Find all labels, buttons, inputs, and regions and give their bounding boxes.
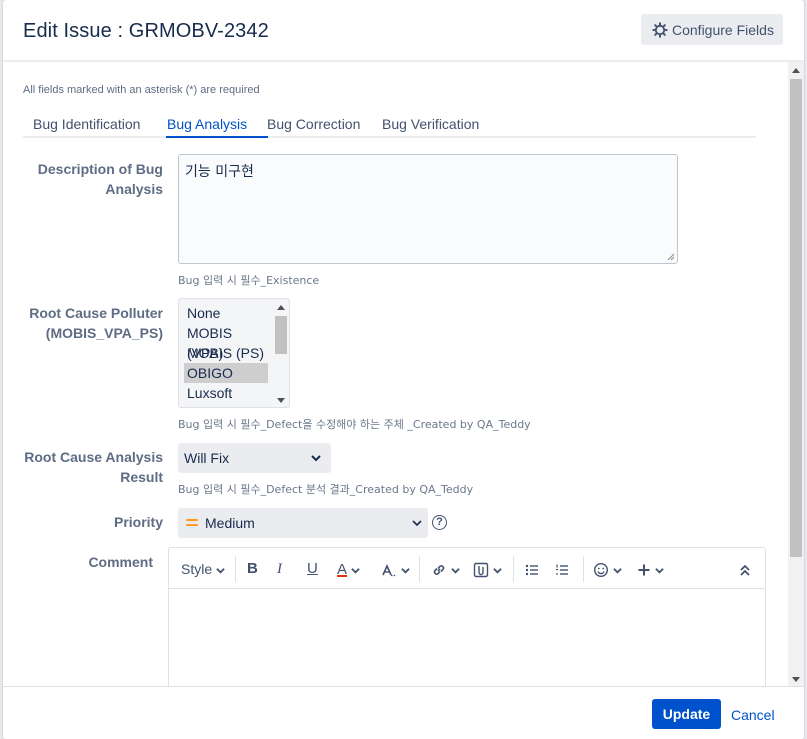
editor-toolbar: Style B I U A — [169, 548, 765, 589]
resize-grip-icon[interactable] — [667, 253, 675, 261]
priority-medium-icon — [186, 519, 198, 527]
description-label-line2: Analysis — [105, 181, 163, 197]
tab-bug-identification[interactable]: Bug Identification — [33, 116, 140, 132]
configure-fields-button[interactable]: Configure Fields — [641, 14, 783, 45]
scroll-down-arrow-icon[interactable] — [792, 677, 800, 682]
style-dropdown[interactable]: Style — [181, 559, 225, 579]
analysis-result-label-line1: Root Cause Analysis — [24, 449, 163, 465]
analysis-result-help: Bug 입력 시 필수_Defect 분석 결과_Created by QA_T… — [178, 483, 474, 496]
insert-more-button[interactable] — [637, 559, 664, 579]
toolbar-divider — [513, 556, 514, 582]
toolbar-divider — [583, 556, 584, 582]
collapse-toolbar-button[interactable] — [739, 559, 751, 579]
priority-select[interactable]: Medium — [178, 508, 428, 538]
dialog-title: Edit Issue : GRMOBV-2342 — [23, 20, 269, 42]
clear-formatting-icon — [382, 564, 396, 577]
chevron-down-icon — [451, 567, 460, 574]
polluter-option[interactable]: MOBIS (PS) — [184, 343, 268, 363]
dialog-scrollbar[interactable] — [788, 62, 804, 686]
configure-fields-label: Configure Fields — [672, 21, 774, 38]
polluter-label-line2: (MOBIS_VPA_PS) — [45, 325, 163, 341]
analysis-result-select[interactable]: Will Fix — [178, 443, 331, 473]
emoji-button[interactable] — [593, 559, 622, 579]
scroll-down-arrow-icon[interactable] — [277, 398, 285, 403]
analysis-result-label-line2: Result — [120, 469, 163, 485]
polluter-scrollbar[interactable] — [273, 299, 289, 407]
active-tab-indicator — [166, 136, 268, 138]
polluter-listbox[interactable]: None MOBIS (VPA) MOBIS (PS) OBIGO Luxsof… — [178, 298, 290, 408]
update-button[interactable]: Update — [652, 699, 721, 729]
bold-button[interactable]: B — [247, 559, 258, 579]
dialog-header: Edit Issue : GRMOBV-2342 Configure Field… — [3, 0, 804, 62]
double-chevron-up-icon — [740, 565, 750, 576]
chevron-down-icon — [401, 567, 410, 574]
gear-icon — [652, 21, 668, 38]
chevron-down-icon — [655, 567, 664, 574]
priority-label: Priority — [113, 514, 163, 530]
comment-editor[interactable]: Style B I U A — [168, 547, 766, 686]
chevron-down-icon — [613, 567, 622, 574]
cancel-link[interactable]: Cancel — [731, 707, 775, 723]
bullet-list-icon — [525, 565, 538, 576]
polluter-option[interactable]: Luxsoft — [184, 383, 268, 403]
numbered-list-icon — [556, 564, 568, 575]
polluter-help: Bug 입력 시 필수_Defect을 수정해야 하는 주체 _Created … — [178, 418, 531, 431]
description-textarea[interactable]: 기능 미구현 — [178, 154, 678, 264]
description-label-line1: Description of Bug — [37, 161, 163, 177]
scroll-thumb[interactable] — [790, 79, 802, 557]
emoji-icon — [593, 563, 609, 578]
chevron-down-icon — [493, 567, 502, 574]
tab-bug-correction[interactable]: Bug Correction — [267, 116, 360, 132]
chevron-down-icon — [311, 455, 321, 462]
chevron-down-icon — [412, 520, 422, 527]
scroll-up-arrow-icon[interactable] — [792, 68, 800, 73]
bullet-list-button[interactable] — [525, 559, 539, 579]
numbered-list-button[interactable] — [555, 559, 569, 579]
scroll-up-arrow-icon[interactable] — [277, 305, 285, 310]
toolbar-divider — [419, 556, 420, 582]
italic-button[interactable]: I — [277, 559, 282, 579]
polluter-option[interactable]: MOBIS (VPA) — [184, 323, 268, 361]
chevron-down-icon — [216, 567, 225, 574]
style-label: Style — [181, 561, 213, 577]
link-icon — [433, 565, 445, 576]
attachment-icon — [473, 563, 489, 578]
comment-label: Comment — [88, 554, 153, 570]
tab-bug-verification[interactable]: Bug Verification — [382, 116, 479, 132]
attachment-button[interactable] — [473, 559, 502, 579]
polluter-option[interactable]: None — [184, 303, 268, 323]
tab-bug-analysis[interactable]: Bug Analysis — [167, 116, 247, 132]
question-circle-icon[interactable]: ? — [432, 515, 447, 530]
dialog-footer: Update Cancel — [3, 686, 804, 739]
priority-value: Medium — [205, 515, 255, 531]
text-color-glyph: A — [337, 561, 348, 578]
description-label: Description of Bug Analysis — [3, 159, 163, 199]
analysis-result-label: Root Cause Analysis Result — [3, 447, 163, 487]
edit-issue-dialog: Edit Issue : GRMOBV-2342 Configure Field… — [3, 0, 804, 739]
link-button[interactable] — [431, 559, 460, 579]
polluter-option-selected[interactable]: OBIGO — [184, 363, 268, 383]
description-value: 기능 미구현 — [185, 164, 254, 180]
text-color-button[interactable]: A — [337, 559, 360, 579]
field-tabs: Bug Identification Bug Analysis Bug Corr… — [23, 108, 756, 138]
polluter-label-line1: Root Cause Polluter — [29, 305, 163, 321]
plus-icon — [638, 564, 650, 576]
polluter-label: Root Cause Polluter (MOBIS_VPA_PS) — [3, 303, 163, 343]
required-fields-note: All fields marked with an asterisk (*) a… — [23, 84, 260, 96]
more-formatting-button[interactable] — [381, 559, 410, 579]
toolbar-divider — [235, 556, 236, 582]
underline-button[interactable]: U — [307, 559, 318, 579]
analysis-result-value: Will Fix — [184, 450, 230, 466]
description-help: Bug 입력 시 필수_Existence — [178, 274, 320, 287]
chevron-down-icon — [351, 567, 360, 574]
scroll-thumb[interactable] — [275, 316, 287, 354]
dialog-body: All fields marked with an asterisk (*) a… — [3, 62, 788, 686]
